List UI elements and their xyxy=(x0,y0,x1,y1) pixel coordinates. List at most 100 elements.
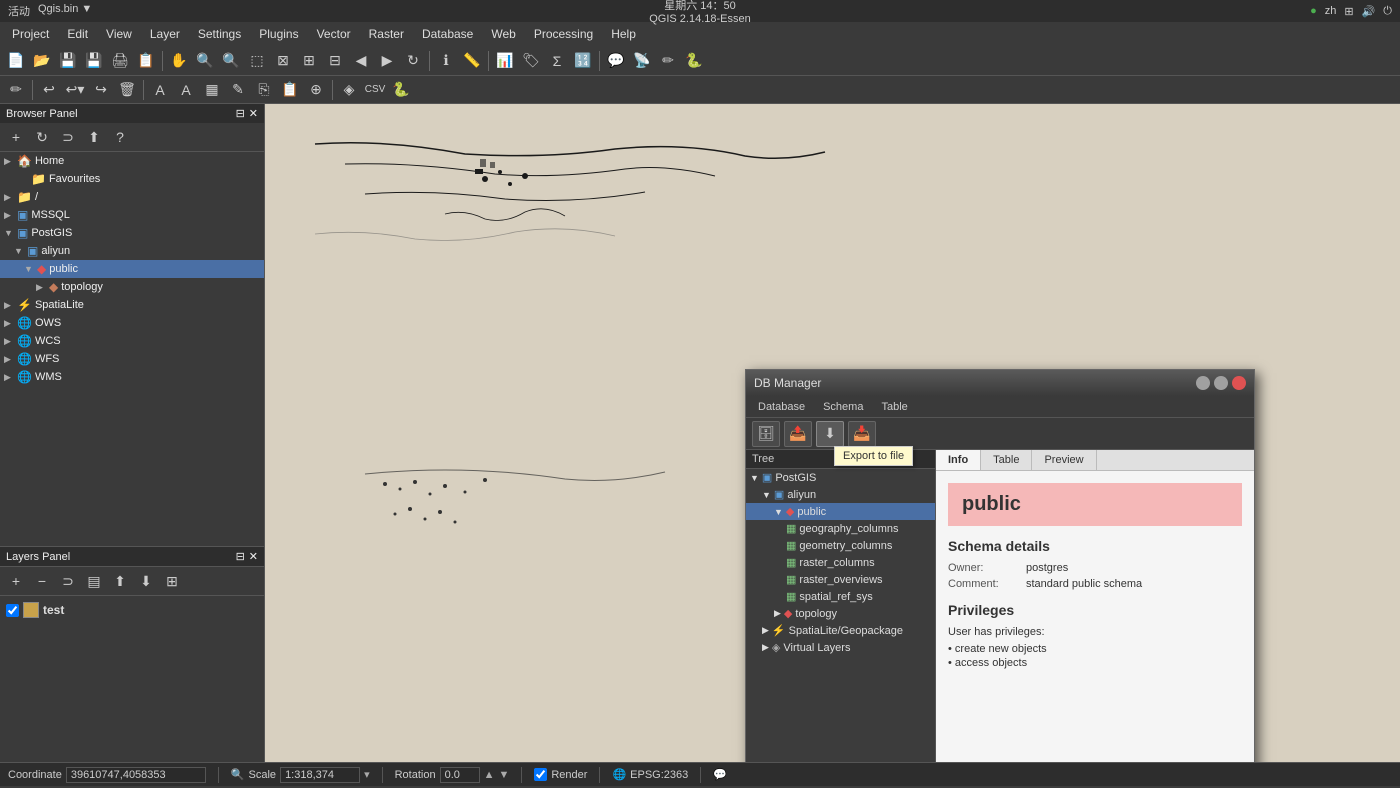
menu-view[interactable]: View xyxy=(98,25,140,43)
layer-test-checkbox[interactable] xyxy=(6,604,19,617)
zoom-layer-button[interactable]: ⊞ xyxy=(297,49,321,73)
undo-list-button[interactable]: ↩▾ xyxy=(63,78,87,102)
browser-add-button[interactable]: + xyxy=(4,125,28,149)
coordinate-input[interactable] xyxy=(66,767,206,783)
browser-item-aliyun[interactable]: ▼ ▣ aliyun xyxy=(0,242,264,260)
gps-button[interactable]: 📡 xyxy=(630,49,654,73)
rotation-input[interactable] xyxy=(440,767,480,783)
menu-edit[interactable]: Edit xyxy=(59,25,96,43)
layers-close-icon[interactable]: ✕ xyxy=(249,550,258,563)
menu-settings[interactable]: Settings xyxy=(190,25,249,43)
menu-plugins[interactable]: Plugins xyxy=(251,25,306,43)
menu-processing[interactable]: Processing xyxy=(526,25,601,43)
topbar-app[interactable]: Qgis.bin ▼ xyxy=(38,3,92,19)
browser-filter-button[interactable]: ⊃ xyxy=(56,125,80,149)
open-button[interactable]: 📂 xyxy=(30,49,54,73)
browser-refresh-button[interactable]: ↻ xyxy=(30,125,54,149)
zoom-out-button[interactable]: 🔍 xyxy=(219,49,243,73)
browser-collapse-button[interactable]: ⬆ xyxy=(82,125,106,149)
db-import-button[interactable]: 📤 xyxy=(784,421,812,447)
db-menu-database[interactable]: Database xyxy=(750,399,813,415)
db-tree-raster-overviews[interactable]: ▦ raster_overviews xyxy=(746,571,935,588)
identify-button[interactable]: ℹ xyxy=(434,49,458,73)
refresh-button[interactable]: ↻ xyxy=(401,49,425,73)
browser-item-postgis[interactable]: ▼ ▣ PostGIS xyxy=(0,224,264,242)
db-menu-table[interactable]: Table xyxy=(873,399,915,415)
browser-item-spatialite[interactable]: ▶ ⚡ SpatiaLite xyxy=(0,296,264,314)
snap-button[interactable]: ⊕ xyxy=(304,78,328,102)
annotation-button[interactable]: 💬 xyxy=(604,49,628,73)
delete-button[interactable]: 🗑 xyxy=(115,78,139,102)
menu-project[interactable]: Project xyxy=(4,25,57,43)
browser-expand-icon[interactable]: ⊟ xyxy=(236,107,245,120)
info-tab-preview[interactable]: Preview xyxy=(1032,450,1096,470)
db-tree-raster-columns[interactable]: ▦ raster_columns xyxy=(746,554,935,571)
db-export-button[interactable]: ⬇ xyxy=(816,421,844,447)
label2-button[interactable]: A xyxy=(148,78,172,102)
table2-button[interactable]: ▦ xyxy=(200,78,224,102)
field-button[interactable]: A xyxy=(174,78,198,102)
menu-vector[interactable]: Vector xyxy=(309,25,359,43)
epsg-item[interactable]: 🌐 EPSG:2363 xyxy=(612,768,688,781)
browser-item-ows[interactable]: ▶ 🌐 OWS xyxy=(0,314,264,332)
render-checkbox[interactable] xyxy=(534,768,547,781)
db-tree-spatial-ref-sys[interactable]: ▦ spatial_ref_sys xyxy=(746,588,935,605)
edit2-button[interactable]: ✎ xyxy=(226,78,250,102)
zoom-full-button[interactable]: ⊠ xyxy=(271,49,295,73)
db-menu-schema[interactable]: Schema xyxy=(815,399,871,415)
browser-item-public[interactable]: ▼ ◆ public xyxy=(0,260,264,278)
db-titlebar[interactable]: DB Manager xyxy=(746,370,1254,396)
zoom-select-button[interactable]: ⊟ xyxy=(323,49,347,73)
db-tree-aliyun[interactable]: ▼ ▣ aliyun xyxy=(746,486,935,503)
browser-help-button[interactable]: ? xyxy=(108,125,132,149)
print-button[interactable]: 🖨 xyxy=(108,49,132,73)
paste-button[interactable]: 📋 xyxy=(278,78,302,102)
current-edit-button[interactable]: ✏ xyxy=(4,78,28,102)
layers-remove-button[interactable]: − xyxy=(30,569,54,593)
print-layout-button[interactable]: 📋 xyxy=(134,49,158,73)
rotation-down-icon[interactable]: ▼ xyxy=(498,769,509,781)
menu-layer[interactable]: Layer xyxy=(142,25,188,43)
browser-close-icon[interactable]: ✕ xyxy=(249,107,258,120)
new-project-button[interactable]: 📄 xyxy=(4,49,28,73)
label-button[interactable]: 🏷 xyxy=(519,49,543,73)
browser-item-root[interactable]: ▶ 📁 / xyxy=(0,188,264,206)
layers-down-button[interactable]: ⬇ xyxy=(134,569,158,593)
db-tree-geography-columns[interactable]: ▦ geography_columns xyxy=(746,520,935,537)
layers-expand2-button[interactable]: ⊞ xyxy=(160,569,184,593)
select-button[interactable]: ⬚ xyxy=(245,49,269,73)
browser-item-home[interactable]: ▶ 🏠 Home xyxy=(0,152,264,170)
csv-button[interactable]: CSV xyxy=(363,78,387,102)
save-button[interactable]: 💾 xyxy=(56,49,80,73)
db-tree-geometry-columns[interactable]: ▦ geometry_columns xyxy=(746,537,935,554)
db-run-button[interactable]: 📥 xyxy=(848,421,876,447)
db-tree-topology[interactable]: ▶ ◆ topology xyxy=(746,605,935,622)
messages-item[interactable]: 💬 xyxy=(713,768,727,781)
db-minimize-button[interactable] xyxy=(1196,376,1210,390)
scale-dropdown-icon[interactable]: ▾ xyxy=(364,768,370,781)
db-tree-virtual-layers[interactable]: ▶ ◈ Virtual Layers xyxy=(746,639,935,656)
zoom-prev-button[interactable]: ◀ xyxy=(349,49,373,73)
node-button[interactable]: ◈ xyxy=(337,78,361,102)
measure-button[interactable]: 📏 xyxy=(460,49,484,73)
browser-item-mssql[interactable]: ▶ ▣ MSSQL xyxy=(0,206,264,224)
menu-web[interactable]: Web xyxy=(483,25,523,43)
copy-button[interactable]: ⎘ xyxy=(252,78,276,102)
calc-button[interactable]: 🔢 xyxy=(571,49,595,73)
stats-button[interactable]: Σ xyxy=(545,49,569,73)
zoom-in-button[interactable]: 🔍 xyxy=(193,49,217,73)
db-tree-postgis[interactable]: ▼ ▣ PostGIS xyxy=(746,469,935,486)
layers-expand-icon[interactable]: ⊟ xyxy=(236,550,245,563)
db-close-button[interactable] xyxy=(1232,376,1246,390)
layers-filter-button[interactable]: ⊃ xyxy=(56,569,80,593)
layers-up-button[interactable]: ⬆ xyxy=(108,569,132,593)
attributes-button[interactable]: 📊 xyxy=(493,49,517,73)
layer-test-item[interactable]: test xyxy=(4,600,260,620)
menu-raster[interactable]: Raster xyxy=(361,25,412,43)
python-button[interactable]: 🐍 xyxy=(682,49,706,73)
zoom-next-button[interactable]: ▶ xyxy=(375,49,399,73)
info-tab-table[interactable]: Table xyxy=(981,450,1032,470)
rotation-up-icon[interactable]: ▲ xyxy=(484,769,495,781)
info-tab-info[interactable]: Info xyxy=(936,450,981,470)
layers-group-button[interactable]: ▤ xyxy=(82,569,106,593)
